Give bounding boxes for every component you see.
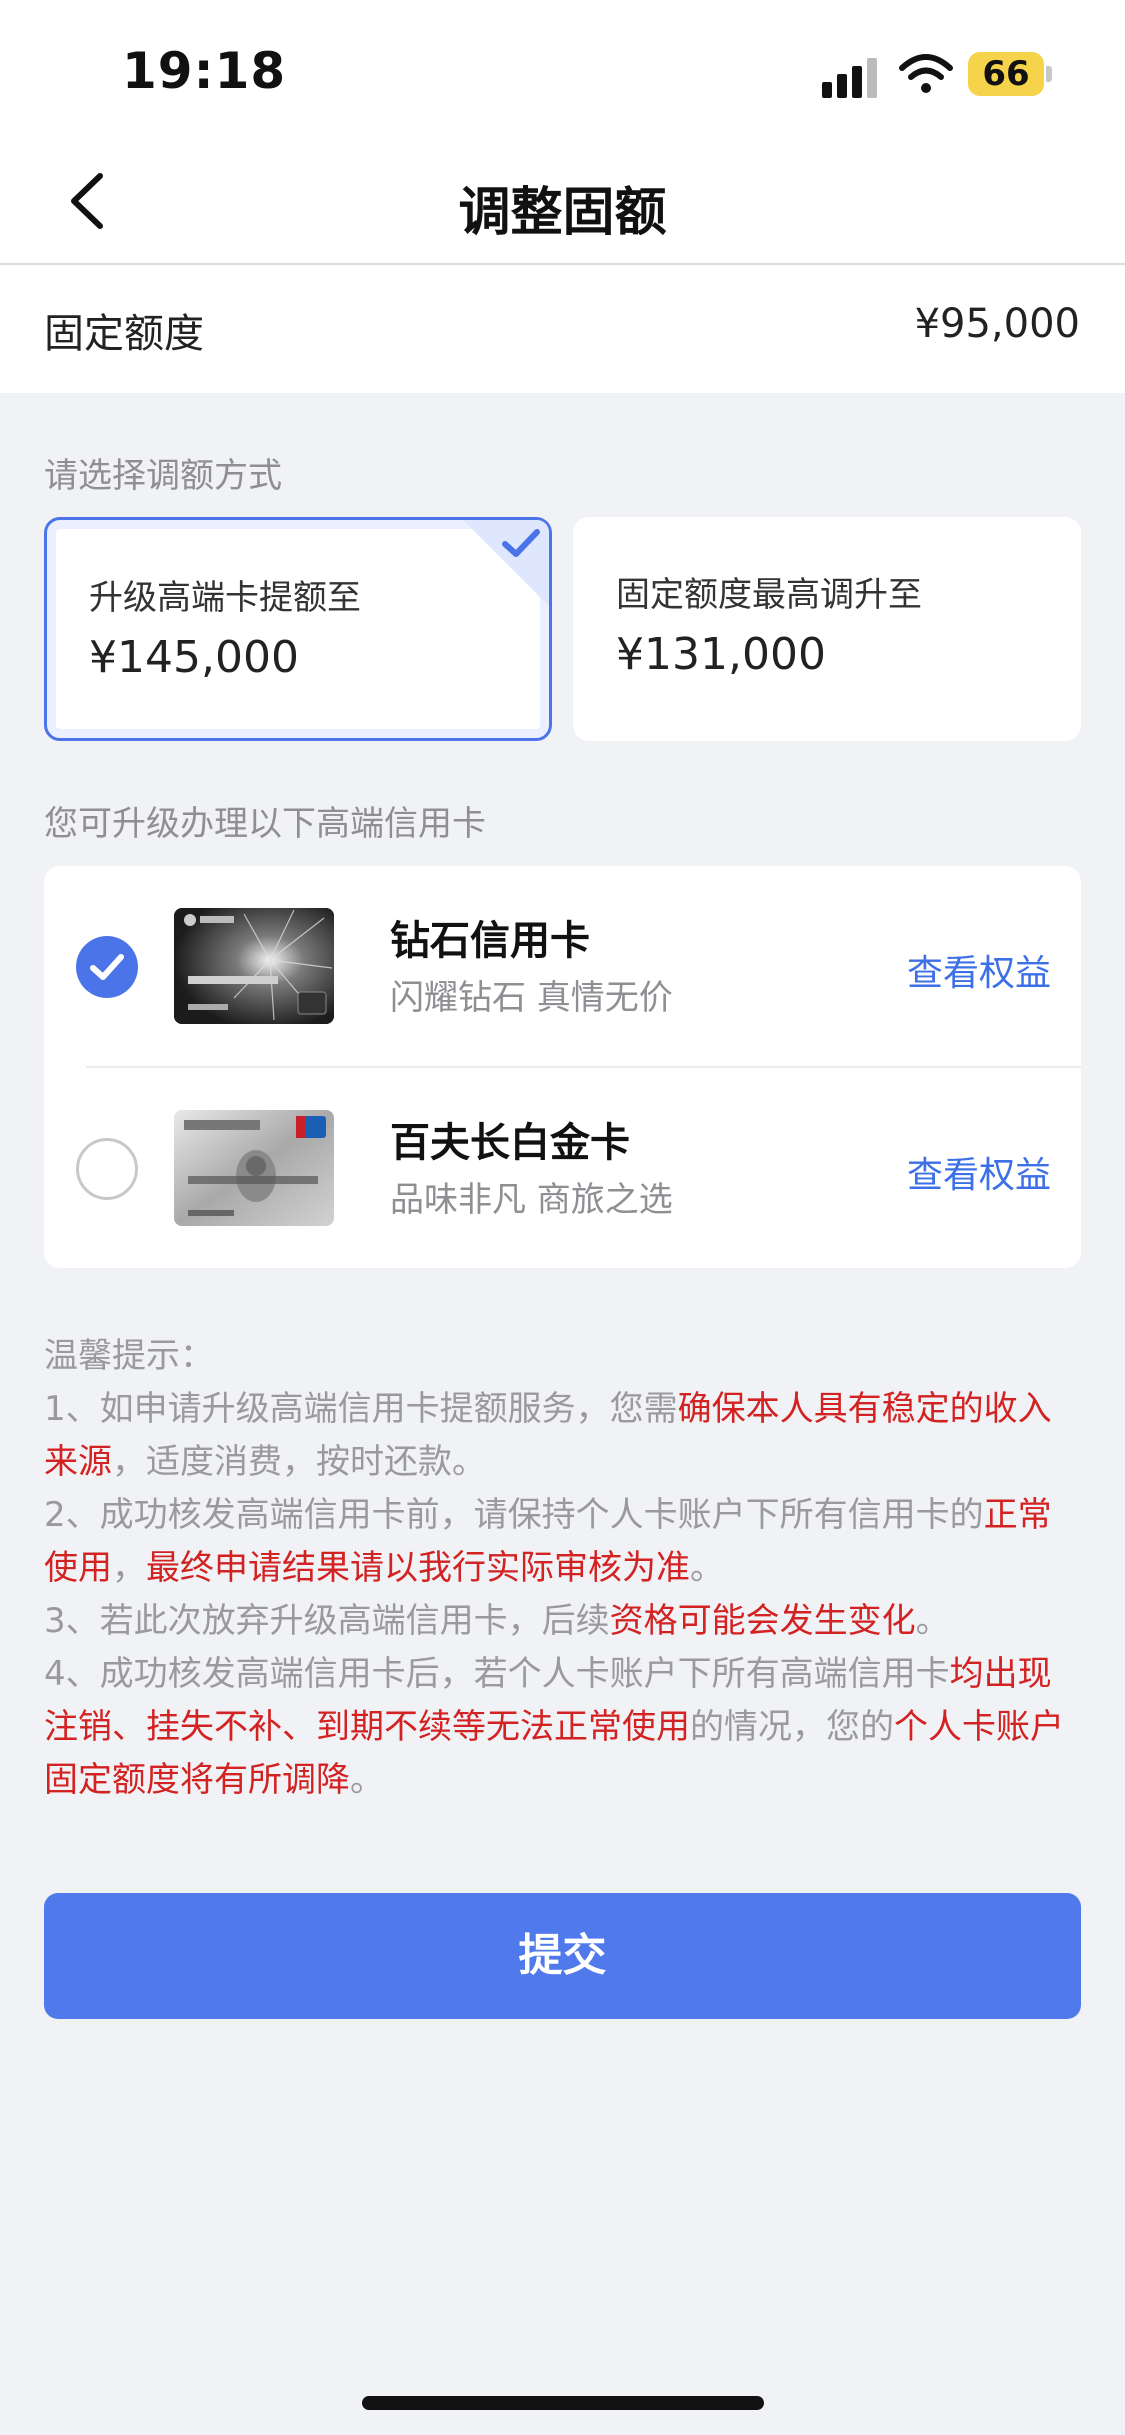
list-item-diamond-card[interactable]: 钻石信用卡 闪耀钻石 真情无价 查看权益	[44, 866, 1081, 1068]
centurion-card-image	[174, 1110, 334, 1226]
tip-text: 的情况，您的	[690, 1707, 894, 1747]
option-upgrade-card[interactable]: 升级高端卡提额至 ¥145,000	[44, 517, 552, 741]
tip-text: 。	[350, 1760, 384, 1800]
option-amount: ¥145,000	[89, 632, 299, 683]
radio-unchecked[interactable]	[76, 1138, 138, 1200]
tip-text: ，适度消费，按时还款。	[112, 1442, 486, 1482]
status-bar: 19:18 66	[0, 0, 1125, 140]
tip-text: 4、成功核发高端信用卡后，若个人卡账户下所有高端信用卡	[44, 1654, 950, 1694]
option-title: 升级高端卡提额至	[89, 578, 361, 618]
tip-highlight: 最终申请结果请以我行实际审核为准	[146, 1548, 690, 1588]
tip-item: 1、如申请升级高端信用卡提额服务，您需确保本人具有稳定的收入来源，适度消费，按时…	[44, 1383, 1084, 1489]
view-benefits-link[interactable]: 查看权益	[907, 1146, 1051, 1198]
tip-text: 。	[915, 1601, 950, 1641]
fixed-quota-row: 固定额度 ¥95,000	[0, 265, 1125, 393]
submit-button[interactable]: 提交	[44, 1893, 1081, 2019]
tip-text: ，	[112, 1548, 146, 1588]
card-desc: 品味非凡 商旅之选	[390, 1180, 673, 1220]
tip-item: 4、成功核发高端信用卡后，若个人卡账户下所有高端信用卡均出现注销、挂失不补、到期…	[44, 1648, 1084, 1807]
tip-text: 3、若此次放弃升级高端信用卡，后续	[44, 1601, 610, 1641]
card-name: 钻石信用卡	[390, 918, 590, 964]
view-benefits-link[interactable]: 查看权益	[907, 944, 1051, 996]
fixed-quota-label: 固定额度	[44, 311, 204, 357]
battery-tip	[1046, 66, 1052, 82]
cellular-signal-icon	[822, 58, 880, 98]
page-title: 调整固额	[458, 183, 667, 243]
selected-corner	[463, 520, 549, 606]
home-indicator	[362, 2396, 764, 2410]
card-desc: 闪耀钻石 真情无价	[390, 978, 673, 1018]
card-name: 百夫长白金卡	[390, 1120, 630, 1166]
nav-bar: 调整固额	[0, 140, 1125, 265]
status-time: 19:18	[122, 42, 287, 100]
method-section-label: 请选择调额方式	[44, 456, 282, 496]
diamond-card-image	[174, 908, 334, 1024]
tip-item: 2、成功核发高端信用卡前，请保持个人卡账户下所有信用卡的正常使用，最终申请结果请…	[44, 1489, 1084, 1595]
cards-section-label: 您可升级办理以下高端信用卡	[44, 804, 486, 844]
wifi-icon	[899, 54, 953, 93]
option-amount: ¥131,000	[616, 629, 826, 680]
card-list: 钻石信用卡 闪耀钻石 真情无价 查看权益 百夫长白金卡 品味非凡 商旅之选 查看…	[44, 866, 1081, 1268]
tip-text: 2、成功核发高端信用卡前，请保持个人卡账户下所有信用卡的	[44, 1495, 984, 1535]
option-fixed-raise[interactable]: 固定额度最高调升至 ¥131,000	[573, 517, 1081, 741]
fixed-quota-value: ¥95,000	[914, 301, 1080, 347]
tip-text: 。	[690, 1548, 724, 1588]
check-icon	[90, 954, 124, 980]
tips-title: 温馨提示：	[44, 1336, 214, 1376]
tip-highlight: 资格可能会发生变化	[609, 1601, 916, 1641]
tip-text: 1、如申请升级高端信用卡提额服务，您需	[44, 1389, 678, 1429]
tip-item: 3、若此次放弃升级高端信用卡，后续资格可能会发生变化。	[44, 1595, 1084, 1648]
battery-icon: 66	[968, 52, 1044, 96]
tips-block: 温馨提示： 1、如申请升级高端信用卡提额服务，您需确保本人具有稳定的收入来源，适…	[44, 1330, 1084, 1807]
list-item-centurion-card[interactable]: 百夫长白金卡 品味非凡 商旅之选 查看权益	[44, 1068, 1081, 1268]
option-title: 固定额度最高调升至	[616, 575, 922, 615]
check-icon	[502, 529, 540, 557]
radio-checked[interactable]	[76, 936, 138, 998]
